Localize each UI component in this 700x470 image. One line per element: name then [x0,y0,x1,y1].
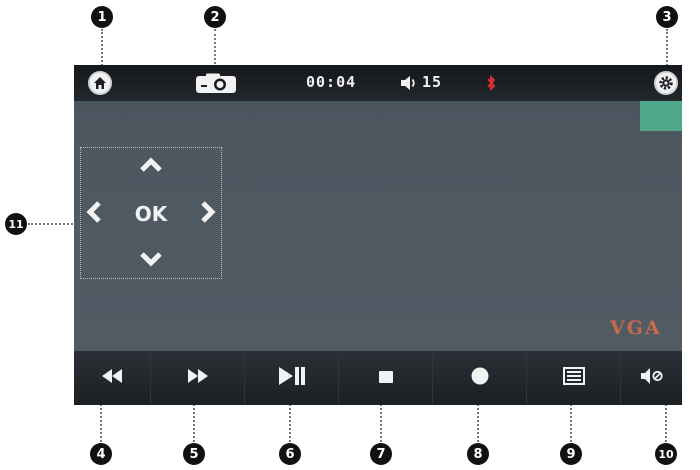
resolution-label: VGA [610,317,662,339]
up-button[interactable] [137,156,165,178]
chevron-right-icon [200,201,216,227]
right-button[interactable] [197,201,219,227]
list-icon [563,367,585,389]
callout-5: 5 [183,443,205,465]
camera-button[interactable] [194,73,238,99]
down-button[interactable] [137,250,165,272]
rewind-icon [100,368,124,388]
device-screen: 00:04 15 OK VGA [74,65,682,405]
chevron-up-icon [140,157,162,177]
volume-icon [400,75,418,91]
chevron-down-icon [140,251,162,271]
callout-9: 9 [560,443,582,465]
record-button[interactable] [432,351,527,405]
left-button[interactable] [83,201,105,227]
callout-1: 1 [91,6,113,28]
rewind-button[interactable] [74,351,150,405]
bluetooth-icon [486,75,496,91]
callout-6: 6 [279,443,301,465]
callout-7: 7 [370,443,392,465]
callout-8: 8 [467,443,489,465]
control-bar [74,351,682,405]
settings-button[interactable] [654,71,678,95]
play-pause-icon [277,366,307,390]
callout-10: 10 [655,443,677,465]
mute-button[interactable] [620,351,682,405]
recording-time: 00:04 [306,73,357,91]
stop-button[interactable] [338,351,433,405]
camera-icon [194,73,238,99]
callout-3: 3 [656,6,678,28]
status-bar: 00:04 15 [74,65,682,101]
volume-level: 15 [422,73,443,91]
home-icon [88,71,112,95]
callout-11: 11 [5,213,27,235]
callout-2: 2 [204,6,226,28]
fast-forward-button[interactable] [150,351,245,405]
menu-button[interactable] [526,351,621,405]
record-icon [470,366,490,390]
mute-icon [640,367,664,389]
ok-button[interactable]: OK [121,200,181,228]
leader-line-11 [28,223,80,225]
play-pause-button[interactable] [244,351,339,405]
channel-logo [640,101,682,131]
home-button[interactable] [88,71,112,95]
leader-line-3 [666,29,668,69]
gear-icon [654,71,678,95]
leader-line-1 [101,29,103,69]
navigation-pad: OK [80,147,222,279]
chevron-left-icon [86,201,102,227]
callout-4: 4 [90,443,112,465]
fast-forward-icon [186,368,210,388]
stop-icon [378,369,394,388]
